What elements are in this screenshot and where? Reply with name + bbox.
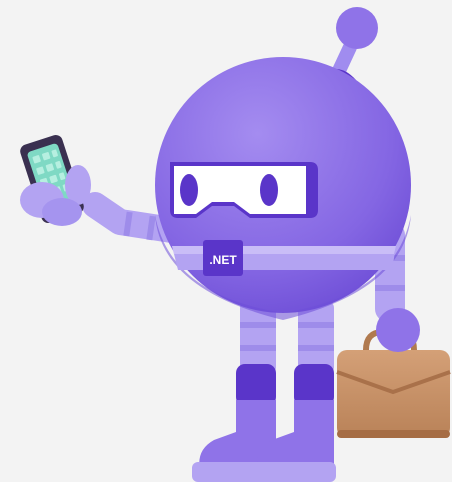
badge-text: .NET bbox=[209, 253, 237, 267]
antenna-ball bbox=[336, 7, 378, 49]
dotnet-bot-illustration: .NET bbox=[20, 7, 451, 482]
dotnet-badge-icon: .NET bbox=[203, 240, 243, 276]
left-eye bbox=[180, 174, 198, 206]
right-eye bbox=[260, 174, 278, 206]
visor bbox=[170, 162, 318, 218]
right-knee bbox=[294, 364, 334, 406]
illustration-stage: .NET bbox=[0, 0, 452, 482]
right-hand bbox=[376, 308, 420, 352]
left-knee bbox=[236, 364, 276, 406]
